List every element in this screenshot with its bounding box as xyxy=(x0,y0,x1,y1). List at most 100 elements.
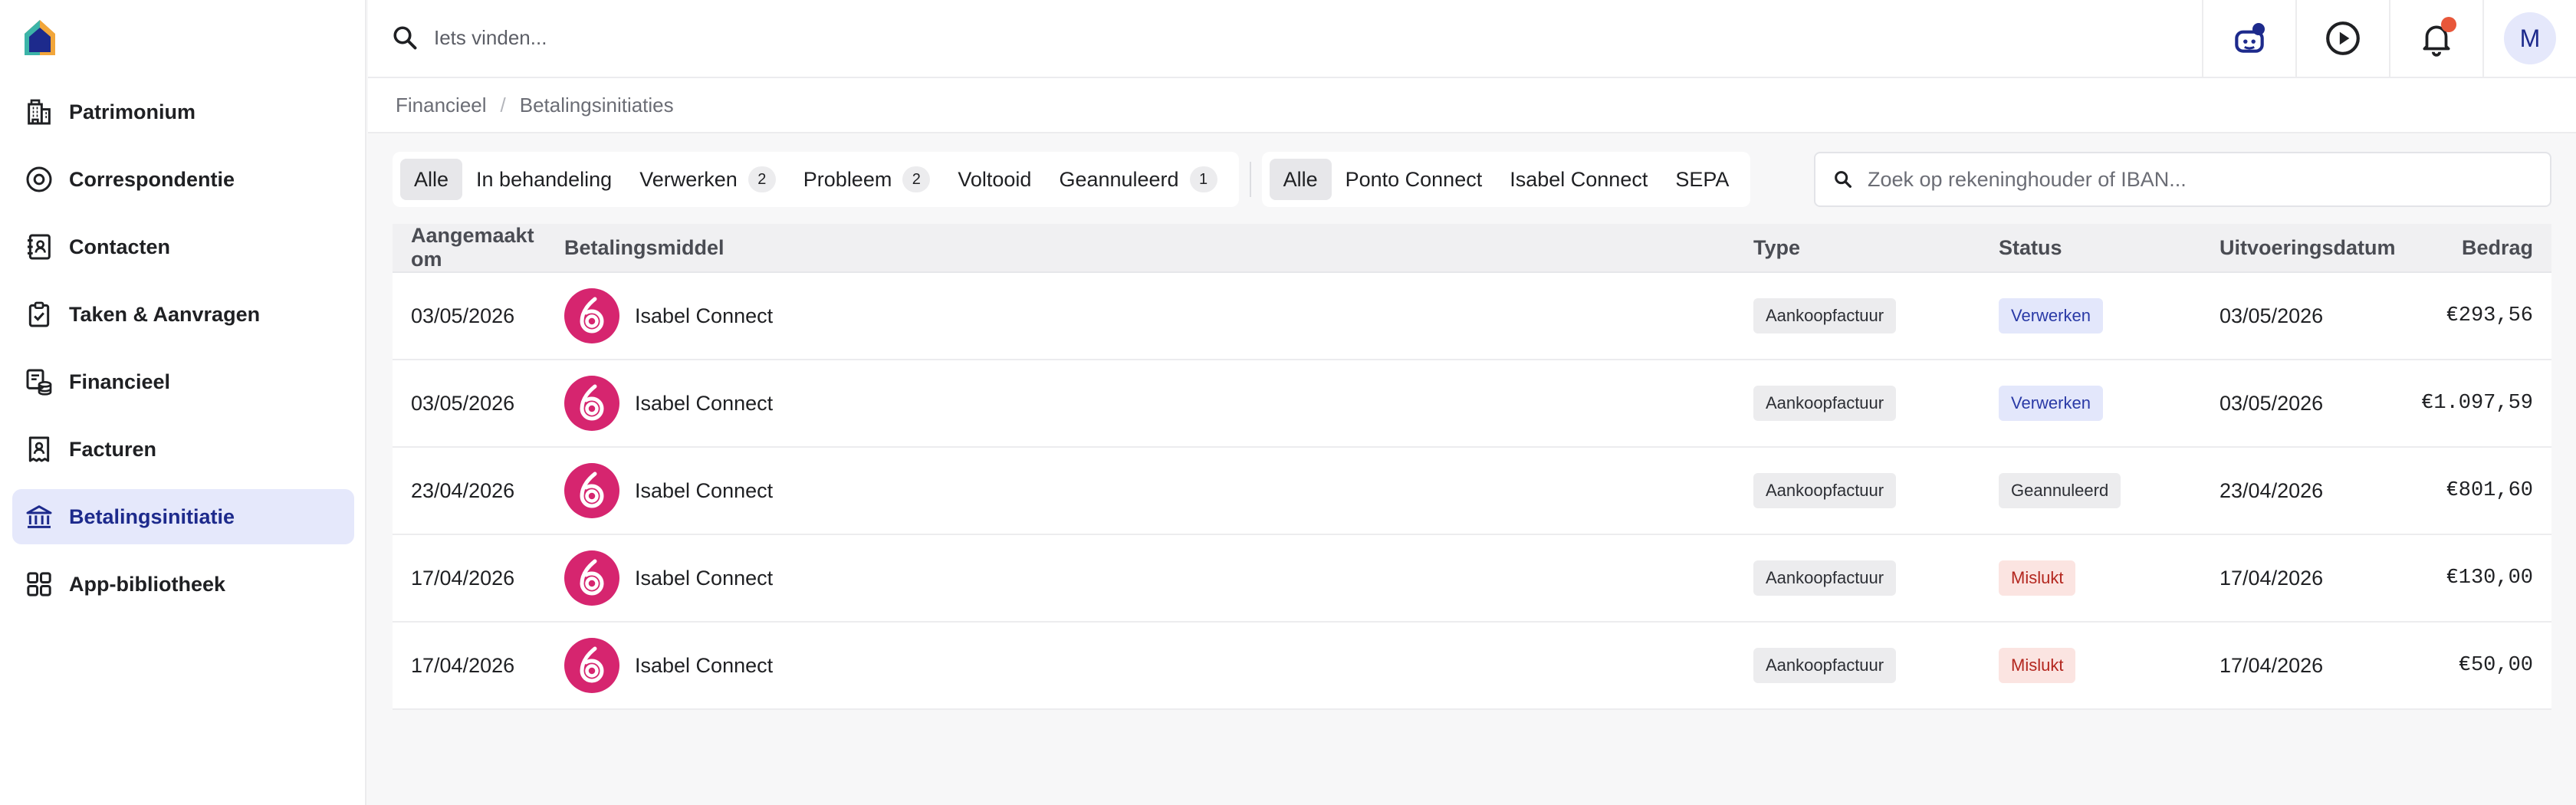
user-menu-button[interactable]: M xyxy=(2482,0,2576,77)
provider-filter-sepa[interactable]: SEPA xyxy=(1661,159,1743,200)
sidebar-item-betalingsinitiatie[interactable]: Betalingsinitiatie xyxy=(12,489,354,544)
filter-label: Alle xyxy=(414,167,449,191)
table-row[interactable]: 03/05/2026 Isabel Connect Aankoopfactuur Ve… xyxy=(393,273,2551,360)
type-badge: Aankoopfactuur xyxy=(1753,560,1897,596)
provider-filter-isabel-connect[interactable]: Isabel Connect xyxy=(1496,159,1661,200)
cell-execution-date: 17/04/2026 xyxy=(2220,653,2324,677)
status-badge: Verwerken xyxy=(1999,298,2103,334)
column-header-execution-date[interactable]: Uitvoeringsdatum xyxy=(2220,236,2419,260)
sidebar-item-taken-aanvragen[interactable]: Taken & Aanvragen xyxy=(12,287,354,342)
notification-dot xyxy=(2441,17,2456,32)
cell-execution-date: 03/05/2026 xyxy=(2220,391,2324,415)
coins-icon xyxy=(23,366,55,398)
cell-method: Isabel Connect xyxy=(564,288,1753,343)
cell-amount: €130,00 xyxy=(2446,567,2533,590)
status-filter-verwerken[interactable]: Verwerken 2 xyxy=(626,159,790,200)
sidebar-item-label: Patrimonium xyxy=(69,100,196,123)
sidebar-item-label: Correspondentie xyxy=(69,167,235,191)
table-row[interactable]: 03/05/2026 Isabel Connect Aankoopfactuur Ve… xyxy=(393,360,2551,448)
breadcrumb-current: Betalingsinitiaties xyxy=(519,93,674,117)
cell-method: Isabel Connect xyxy=(564,463,1753,518)
isabel-connect-logo-icon xyxy=(564,638,619,693)
isabel-connect-logo-icon xyxy=(564,376,619,431)
cell-execution-date: 03/05/2026 xyxy=(2220,304,2324,327)
table-row[interactable]: 17/04/2026 Isabel Connect Aankoopfactuur Mi… xyxy=(393,535,2551,623)
provider-filter-ponto-connect[interactable]: Ponto Connect xyxy=(1332,159,1497,200)
filter-label: Probleem xyxy=(803,167,892,191)
assistant-button[interactable] xyxy=(2202,0,2295,77)
cell-created: 17/04/2026 xyxy=(411,653,515,677)
breadcrumb-separator: / xyxy=(500,93,506,117)
filter-count-badge: 2 xyxy=(748,166,776,192)
cell-execution-date: 17/04/2026 xyxy=(2220,566,2324,590)
status-filter-in-behandeling[interactable]: In behandeling xyxy=(462,159,626,200)
status-filter-probleem[interactable]: Probleem 2 xyxy=(790,159,945,200)
method-label: Isabel Connect xyxy=(635,478,774,502)
cell-type: Aankoopfactuur xyxy=(1753,648,1999,683)
filter-label: Ponto Connect xyxy=(1345,167,1483,191)
sidebar-item-label: Betalingsinitiatie xyxy=(69,504,235,528)
iban-search xyxy=(1814,152,2551,207)
cell-type: Aankoopfactuur xyxy=(1753,560,1999,596)
cell-method: Isabel Connect xyxy=(564,550,1753,606)
sidebar-item-correspondentie[interactable]: Correspondentie xyxy=(12,152,354,207)
provider-filter-group: Alle Ponto Connect Isabel Connect SEPA xyxy=(1261,152,1751,207)
filter-label: Alle xyxy=(1283,167,1318,191)
status-filter-alle[interactable]: Alle xyxy=(400,159,463,200)
column-header-created[interactable]: Aangemaakt om xyxy=(393,224,564,271)
status-filter-geannuleerd[interactable]: Geannuleerd 1 xyxy=(1045,159,1230,200)
sidebar-item-label: App-bibliotheek xyxy=(69,572,225,596)
contact-book-icon xyxy=(23,231,55,263)
status-badge: Verwerken xyxy=(1999,386,2103,421)
cell-method: Isabel Connect xyxy=(564,638,1753,693)
filter-label: Isabel Connect xyxy=(1510,167,1648,191)
cell-type: Aankoopfactuur xyxy=(1753,473,1999,508)
filter-bar: Alle In behandeling Verwerken 2 Probleem 2 Vol… xyxy=(393,152,1751,207)
table-header: Aangemaakt om Betalingsmiddel Type Statu… xyxy=(393,224,2551,273)
status-filter-voltooid[interactable]: Voltooid xyxy=(944,159,1045,200)
column-header-type[interactable]: Type xyxy=(1753,236,1999,260)
sidebar-item-patrimonium[interactable]: Patrimonium xyxy=(12,84,354,140)
search-icon xyxy=(1835,171,1852,188)
cell-amount: €293,56 xyxy=(2446,304,2533,327)
table-row[interactable]: 23/04/2026 Isabel Connect Aankoopfactuur Ge… xyxy=(393,448,2551,535)
building-icon xyxy=(23,96,55,128)
notifications-button[interactable] xyxy=(2389,0,2482,77)
sidebar-item-label: Facturen xyxy=(69,437,157,461)
column-header-amount[interactable]: Bedrag xyxy=(2419,236,2551,260)
sidebar-item-app-bibliotheek[interactable]: App-bibliotheek xyxy=(12,557,354,612)
sidebar-item-financieel[interactable]: Financieel xyxy=(12,354,354,409)
cell-created: 17/04/2026 xyxy=(411,566,515,590)
app-logo[interactable] xyxy=(21,17,58,58)
global-search xyxy=(391,20,1661,55)
payments-table: Aangemaakt om Betalingsmiddel Type Statu… xyxy=(393,224,2551,710)
isabel-connect-logo-icon xyxy=(564,550,619,606)
table-body: 03/05/2026 Isabel Connect Aankoopfactuur Ve… xyxy=(393,273,2551,710)
breadcrumb-parent[interactable]: Financieel xyxy=(396,94,487,117)
column-header-status[interactable]: Status xyxy=(1999,236,2220,260)
cell-type: Aankoopfactuur xyxy=(1753,386,1999,421)
sidebar-item-facturen[interactable]: Facturen xyxy=(12,422,354,477)
method-label: Isabel Connect xyxy=(635,653,774,677)
filter-label: SEPA xyxy=(1675,167,1730,191)
column-header-method[interactable]: Betalingsmiddel xyxy=(564,236,1753,260)
method-label: Isabel Connect xyxy=(635,391,774,415)
global-search-input[interactable] xyxy=(434,20,1661,55)
iban-search-input[interactable] xyxy=(1868,167,2542,192)
isabel-connect-logo-icon xyxy=(564,463,619,518)
status-badge: Mislukt xyxy=(1999,648,2076,683)
table-row[interactable]: 17/04/2026 Isabel Connect Aankoopfactuur Mi… xyxy=(393,623,2551,710)
sidebar: Patrimonium Correspondentie Contacten Taken… xyxy=(0,0,366,805)
avatar: M xyxy=(2504,12,2556,64)
sidebar-item-contacten[interactable]: Contacten xyxy=(12,219,354,274)
top-actions: M xyxy=(2202,0,2576,77)
method-label: Isabel Connect xyxy=(635,566,774,590)
status-filter-group: Alle In behandeling Verwerken 2 Probleem 2 Vol… xyxy=(393,152,1239,207)
filter-label: Voltooid xyxy=(958,167,1032,191)
sidebar-nav: Patrimonium Correspondentie Contacten Taken… xyxy=(12,84,354,624)
provider-filter-alle[interactable]: Alle xyxy=(1269,159,1332,200)
type-badge: Aankoopfactuur xyxy=(1753,648,1897,683)
top-bar: M xyxy=(368,0,2576,78)
filter-count-badge: 2 xyxy=(902,166,931,192)
play-tutorial-button[interactable] xyxy=(2295,0,2389,77)
